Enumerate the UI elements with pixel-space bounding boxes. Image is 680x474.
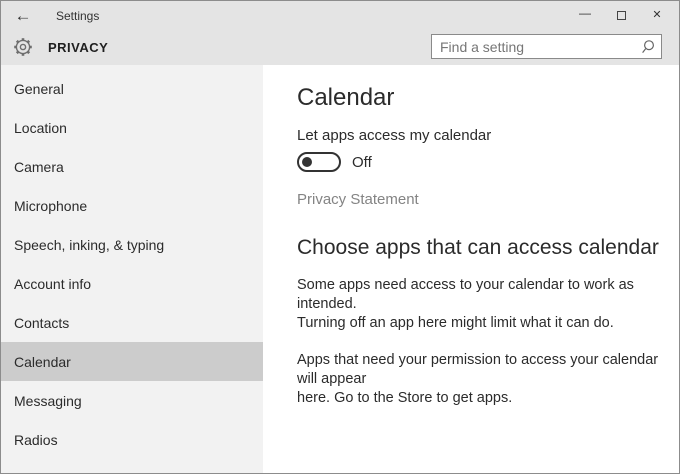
minimize-icon: —	[579, 6, 591, 20]
sidebar-item-speech-inking-typing[interactable]: Speech, inking, & typing	[1, 225, 263, 264]
sidebar-item-messaging[interactable]: Messaging	[1, 381, 263, 420]
sidebar-item-general[interactable]: General	[1, 69, 263, 108]
sidebar: General Location Camera Microphone Speech, i…	[1, 65, 263, 473]
maximize-button[interactable]	[603, 1, 639, 29]
page-title: Calendar	[297, 84, 395, 111]
toggle-knob	[302, 157, 312, 168]
sidebar-item-label: Contacts	[14, 314, 70, 331]
search-icon[interactable]	[640, 39, 656, 55]
toggle-row: Off	[297, 152, 661, 173]
gear-icon	[13, 37, 33, 57]
sidebar-item-label: Radios	[14, 431, 58, 448]
sidebar-item-calendar[interactable]: Calendar	[1, 342, 263, 381]
choose-apps-heading: Choose apps that can access calendar	[297, 236, 659, 260]
toggle-label: Let apps access my calendar	[297, 127, 492, 145]
search-box	[431, 34, 662, 59]
description-paragraphs: Some apps need access to your calendar t…	[297, 276, 661, 408]
search-input[interactable]	[431, 34, 662, 59]
settings-window: ← Settings — ✕ PRIVACY Find a setting Ge…	[0, 0, 680, 474]
sidebar-item-label: Camera	[14, 158, 64, 175]
sidebar-item-microphone[interactable]: Microphone	[1, 186, 263, 225]
toggle-state-label: Off	[352, 153, 372, 171]
sidebar-item-label: Microphone	[14, 197, 88, 214]
calendar-access-toggle[interactable]	[297, 152, 341, 173]
back-button[interactable]: ←	[7, 3, 39, 29]
sidebar-item-location[interactable]: Location	[1, 108, 263, 147]
maximize-icon	[616, 10, 626, 20]
sidebar-item-label: Account info	[14, 275, 92, 292]
close-icon: ✕	[652, 8, 662, 21]
sidebar-item-contacts[interactable]: Contacts	[1, 303, 263, 342]
sidebar-item-label: Speech, inking, & typing	[14, 236, 165, 253]
close-button[interactable]: ✕	[639, 1, 675, 29]
description-paragraph: Apps that need your permission to access…	[297, 351, 659, 406]
page-section-title: PRIVACY	[48, 40, 109, 55]
back-arrow-icon: ←	[14, 6, 32, 25]
privacy-statement-link[interactable]: Privacy Statement	[297, 191, 419, 208]
window-controls: — ✕	[567, 1, 675, 29]
window-title: Settings	[56, 9, 100, 23]
sidebar-item-radios[interactable]: Radios	[1, 420, 263, 459]
sidebar-item-label: General	[14, 80, 64, 97]
sidebar-item-account-info[interactable]: Account info	[1, 264, 263, 303]
sidebar-item-camera[interactable]: Camera	[1, 147, 263, 186]
minimize-button[interactable]: —	[567, 1, 603, 29]
sidebar-item-label: Location	[14, 119, 67, 136]
description-paragraph: Some apps need access to your calendar t…	[297, 276, 634, 331]
header: ← Settings — ✕ PRIVACY Find a setting	[1, 1, 679, 65]
sidebar-item-label: Calendar	[14, 353, 71, 370]
main-content: Calendar Let apps access my calendar Off…	[263, 65, 679, 473]
sidebar-item-label: Messaging	[14, 392, 82, 409]
